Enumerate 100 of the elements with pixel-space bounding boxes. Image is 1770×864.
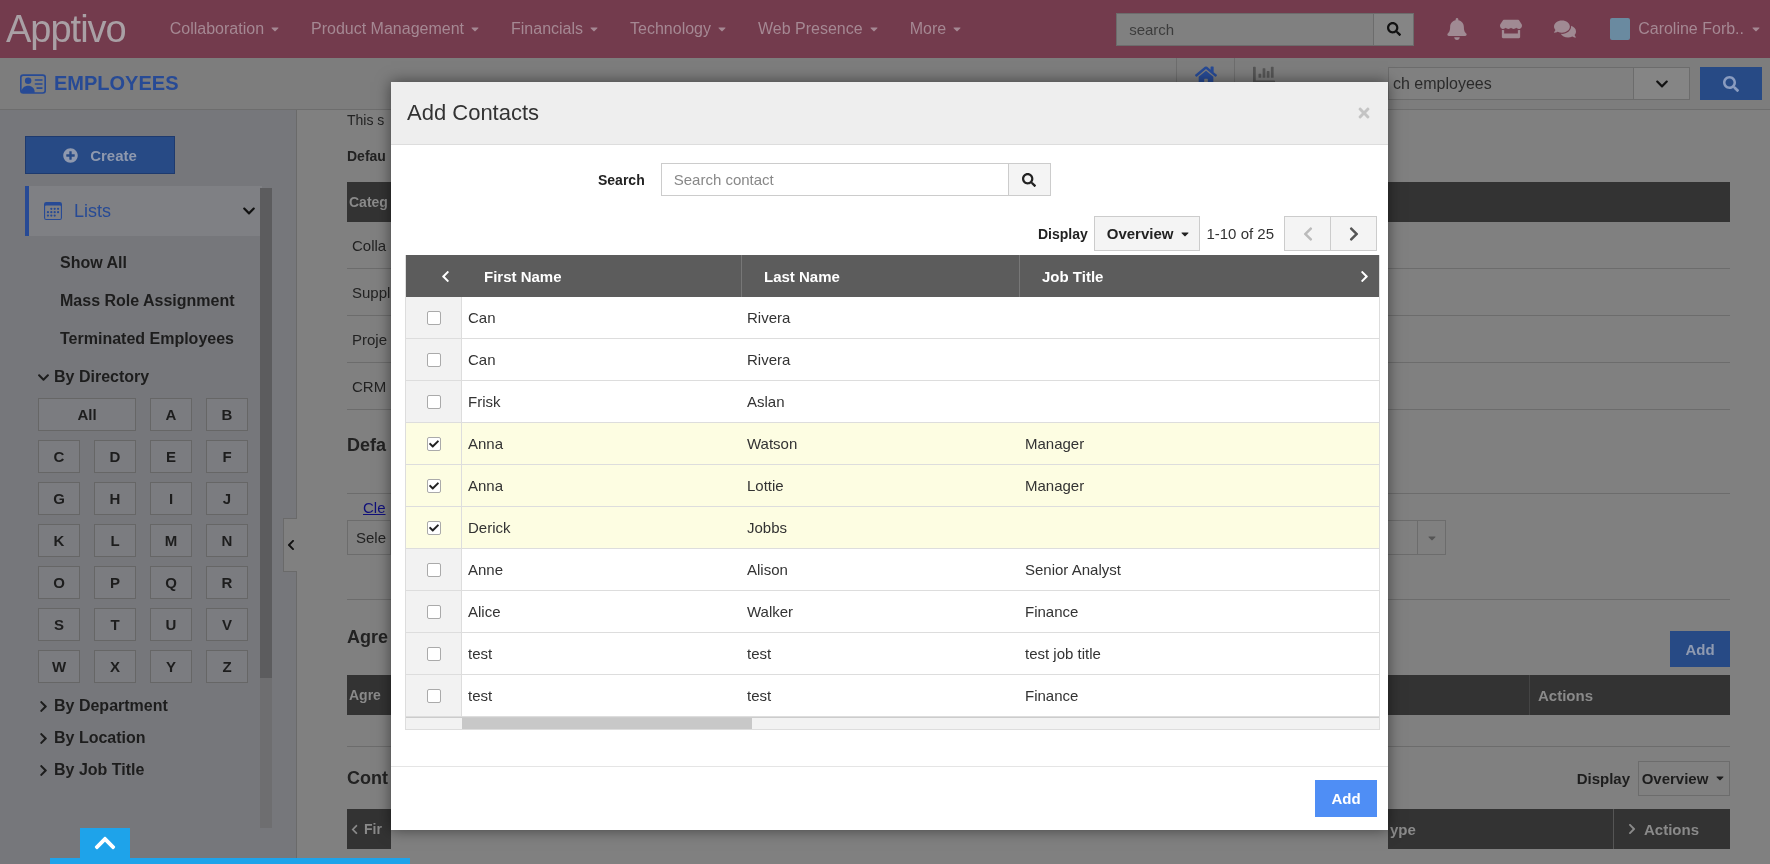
letter-filter[interactable]: I xyxy=(150,482,192,515)
letter-filter[interactable]: U xyxy=(150,608,192,641)
display-select[interactable]: Overview xyxy=(1638,760,1730,796)
letter-filter[interactable]: F xyxy=(206,440,248,473)
chevron-left-icon[interactable] xyxy=(349,823,360,835)
letter-filter[interactable]: V xyxy=(206,608,248,641)
menu-item[interactable]: Product Management xyxy=(311,20,481,38)
checkbox[interactable] xyxy=(426,562,441,577)
scroll-left-icon[interactable] xyxy=(439,269,452,283)
sidebar-group[interactable]: By Department xyxy=(54,697,168,715)
menu-item[interactable]: Web Presence xyxy=(758,20,880,38)
checkbox[interactable] xyxy=(426,604,441,619)
letter-filter[interactable]: J xyxy=(206,482,248,515)
menu-item[interactable]: Financials xyxy=(511,20,601,38)
column-header: First Name xyxy=(484,267,562,285)
sidebar-item[interactable]: Show All xyxy=(25,254,296,272)
search-icon xyxy=(1723,75,1739,92)
letter-filter[interactable]: E xyxy=(150,440,192,473)
intro-text: This s xyxy=(347,111,386,130)
chevron-icon[interactable] xyxy=(37,763,50,777)
checkbox[interactable] xyxy=(426,310,441,325)
table-cell: Manager xyxy=(1019,423,1379,465)
scroll-right-icon[interactable] xyxy=(1358,269,1371,283)
sidebar-group[interactable]: By Location xyxy=(54,729,146,747)
sidebar-group[interactable]: By Job Title xyxy=(54,761,145,779)
checkbox[interactable] xyxy=(426,478,441,493)
letter-filter[interactable]: T xyxy=(94,608,136,641)
checkbox[interactable] xyxy=(426,394,441,409)
employee-search-field[interactable]: ch employees xyxy=(1388,67,1634,100)
section-heading: Agre xyxy=(347,626,389,649)
search-field[interactable]: search xyxy=(1116,12,1375,46)
search-icon xyxy=(1386,22,1401,36)
menu-item[interactable]: More xyxy=(909,20,964,38)
display-label: Display xyxy=(1037,225,1088,242)
letter-filter[interactable]: D xyxy=(94,440,136,473)
chevron-right-icon[interactable] xyxy=(1626,823,1638,835)
checkbox[interactable] xyxy=(426,646,441,661)
letter-filter[interactable]: R xyxy=(206,566,248,599)
create-button[interactable]: Create xyxy=(25,136,175,174)
bell-icon[interactable] xyxy=(1446,18,1469,40)
sidebar-item[interactable]: Terminated Employees xyxy=(25,330,296,348)
letter-filter[interactable]: N xyxy=(206,524,248,557)
letter-filter[interactable]: X xyxy=(94,650,136,683)
letter-filter[interactable]: A xyxy=(150,398,192,431)
letter-filter[interactable]: O xyxy=(38,566,80,599)
collapse-tab[interactable] xyxy=(283,518,297,572)
letter-filter[interactable]: W xyxy=(38,650,80,683)
letter-filter[interactable]: Q xyxy=(150,566,192,599)
checkbox[interactable] xyxy=(426,688,441,703)
dropdown-button[interactable] xyxy=(1634,67,1690,100)
table-cell: Lottie xyxy=(741,465,1019,507)
letter-filter[interactable]: H xyxy=(94,482,136,515)
letter-filter[interactable]: C xyxy=(38,440,80,473)
chevron-icon[interactable] xyxy=(37,731,50,745)
letter-filter[interactable]: G xyxy=(38,482,80,515)
letter-filter[interactable]: S xyxy=(38,608,80,641)
module-title: EMPLOYEES xyxy=(54,72,179,95)
store-icon[interactable] xyxy=(1500,18,1523,40)
menu-item[interactable]: Technology xyxy=(630,20,728,38)
letter-filter[interactable]: K xyxy=(38,524,80,557)
letter-filter[interactable]: L xyxy=(94,524,136,557)
user-menu[interactable]: Caroline Forb.. xyxy=(1638,20,1744,38)
next-page-button[interactable] xyxy=(1330,216,1377,251)
menu-item[interactable]: Collaboration xyxy=(169,20,282,38)
default-label: Defau xyxy=(347,147,387,166)
lists-header[interactable]: Lists xyxy=(25,186,262,236)
checkbox[interactable] xyxy=(426,436,441,451)
table-cell: Derick xyxy=(462,507,741,549)
lists-label: Lists xyxy=(74,200,111,222)
avatar-icon[interactable] xyxy=(1610,18,1631,40)
letter-filter[interactable]: M xyxy=(150,524,192,557)
pagination-text: 1-10 of 25 xyxy=(1206,225,1274,242)
section-heading: Cont xyxy=(347,766,389,790)
letter-filter[interactable]: Z xyxy=(206,650,248,683)
sidebar-group[interactable]: By Directory xyxy=(54,368,150,386)
select-field[interactable]: Sele xyxy=(347,520,391,555)
scroll-up-button[interactable] xyxy=(80,828,130,858)
chat-icon[interactable] xyxy=(1554,18,1577,40)
table-header: Fir xyxy=(364,821,382,837)
letter-filter[interactable]: Y xyxy=(150,650,192,683)
add-button[interactable]: Add xyxy=(1315,780,1377,817)
add-button[interactable]: Add xyxy=(1670,631,1730,667)
column-header: Last Name xyxy=(764,267,840,285)
display-label: Display xyxy=(1576,769,1630,787)
section-heading: Defa xyxy=(347,433,387,457)
link[interactable]: Cle xyxy=(363,498,386,516)
sidebar-item[interactable]: Mass Role Assignment xyxy=(25,292,296,310)
letter-filter[interactable]: P xyxy=(94,566,136,599)
search-icon xyxy=(1022,172,1037,187)
letter-filter[interactable]: All xyxy=(38,398,136,431)
dialog-title: Add Contacts xyxy=(407,100,540,126)
table-cell: Manager xyxy=(1019,465,1379,507)
table-header: Agre xyxy=(347,675,391,715)
search-label: Search xyxy=(598,171,645,188)
letter-filter[interactable]: B xyxy=(206,398,248,431)
checkbox[interactable] xyxy=(426,520,441,535)
display-select[interactable]: Overview xyxy=(1093,216,1201,251)
chevron-icon[interactable] xyxy=(37,699,50,713)
logo: Apptivo xyxy=(6,7,126,51)
checkbox[interactable] xyxy=(426,352,441,367)
